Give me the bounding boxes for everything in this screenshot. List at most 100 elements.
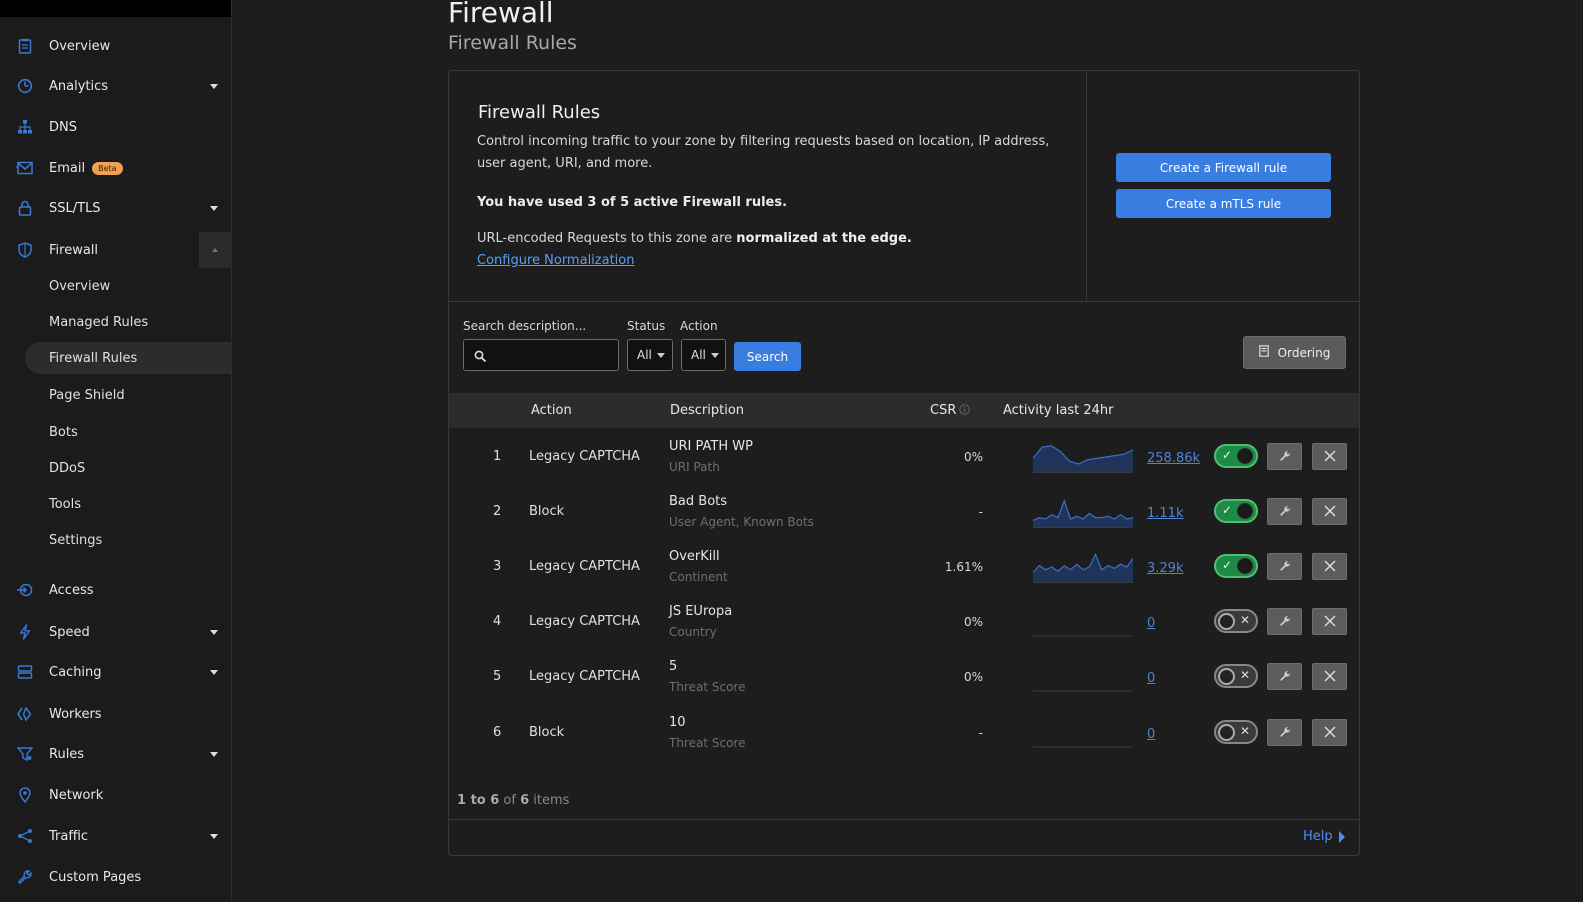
chevron-down-icon — [710, 352, 719, 358]
activity-count-link[interactable]: 0 — [1147, 671, 1155, 686]
toggle-knob — [1237, 503, 1253, 519]
search-button[interactable]: Search — [734, 342, 801, 371]
activity-count-link[interactable]: 1.11k — [1147, 506, 1183, 521]
rule-enabled-toggle[interactable]: ✓ — [1214, 554, 1258, 578]
sitemap-icon — [16, 118, 34, 136]
rule-description[interactable]: URI PATH WP — [669, 439, 753, 454]
sidebar-subitem-settings[interactable]: Settings — [25, 524, 231, 556]
sidebar-item-access[interactable]: Access — [0, 572, 231, 608]
sidebar-item-analytics[interactable]: Analytics — [0, 68, 231, 104]
sidebar-subitem-bots[interactable]: Bots — [25, 416, 231, 448]
edit-rule-button[interactable] — [1267, 719, 1302, 746]
activity-count-link[interactable]: 3.29k — [1147, 561, 1183, 576]
rule-enabled-toggle[interactable]: ✕ — [1214, 720, 1258, 744]
chevron-down-icon[interactable] — [210, 83, 218, 89]
sidebar-item-firewall[interactable]: Firewall — [0, 232, 231, 268]
delete-rule-button[interactable] — [1312, 443, 1347, 470]
rule-action: Block — [529, 725, 565, 740]
status-select[interactable]: All — [627, 339, 673, 371]
sidebar-subitem-managed-rules[interactable]: Managed Rules — [25, 306, 231, 338]
sidebar-item-label: DNS — [49, 119, 77, 135]
delete-rule-button[interactable] — [1312, 608, 1347, 635]
rule-fields: Continent — [669, 570, 728, 584]
activity-count-link[interactable]: 0 — [1147, 616, 1155, 631]
action-select[interactable]: All — [681, 339, 726, 371]
edit-rule-button[interactable] — [1267, 608, 1302, 635]
chevron-down-icon[interactable] — [210, 669, 218, 675]
table-row: 3 Legacy CAPTCHA OverKill Continent 1.61% 3.2… — [449, 539, 1359, 594]
column-activity: Activity last 24hr — [1003, 403, 1114, 418]
delete-rule-button[interactable] — [1312, 498, 1347, 525]
envelope-icon — [16, 159, 34, 177]
search-input[interactable] — [463, 339, 619, 371]
delete-rule-button[interactable] — [1312, 719, 1347, 746]
help-link[interactable]: Help — [1303, 829, 1345, 844]
close-icon: ✕ — [1239, 724, 1250, 738]
chevron-down-icon[interactable] — [210, 629, 218, 635]
intro-description: Control incoming traffic to your zone by… — [477, 134, 1050, 171]
chevron-down-icon[interactable] — [210, 833, 218, 839]
rule-description[interactable]: Bad Bots — [669, 494, 727, 509]
sparkline — [1032, 445, 1134, 473]
sidebar-item-caching[interactable]: Caching — [0, 654, 231, 690]
sidebar-item-network[interactable]: Network — [0, 777, 231, 813]
sidebar-subitem-ddos[interactable]: DDoS — [25, 452, 231, 484]
sidebar-subitem-page-shield[interactable]: Page Shield — [25, 379, 231, 411]
rule-description[interactable]: 10 — [669, 715, 686, 730]
edit-rule-button[interactable] — [1267, 443, 1302, 470]
rule-enabled-toggle[interactable]: ✓ — [1214, 499, 1258, 523]
ordering-button[interactable]: Ordering — [1243, 336, 1346, 369]
sidebar-item-overview[interactable]: Overview — [0, 28, 231, 64]
sidebar-item-workers[interactable]: Workers — [0, 696, 231, 732]
server-icon — [16, 663, 34, 681]
create-mtls-rule-button[interactable]: Create a mTLS rule — [1116, 189, 1331, 218]
edit-rule-button[interactable] — [1267, 553, 1302, 580]
divider — [449, 301, 1359, 302]
rule-description[interactable]: 5 — [669, 659, 677, 674]
rule-description[interactable]: OverKill — [669, 549, 720, 564]
check-icon: ✓ — [1222, 503, 1233, 517]
sidebar-item-dns[interactable]: DNS — [0, 109, 231, 145]
sidebar-item-email[interactable]: Email Beta — [0, 150, 231, 186]
normalization-prefix: URL-encoded Requests to this zone are — [477, 231, 737, 246]
funnel-icon — [16, 745, 34, 763]
sidebar-item-speed[interactable]: Speed — [0, 614, 231, 650]
clipboard-icon — [16, 37, 34, 55]
toggle-knob — [1237, 558, 1253, 574]
rule-enabled-toggle[interactable]: ✕ — [1214, 664, 1258, 688]
sidebar-subitem-firewall-rules[interactable]: Firewall Rules — [25, 342, 231, 374]
toggle-knob — [1218, 612, 1235, 630]
column-csr[interactable]: CSR — [930, 403, 956, 418]
activity-count-link[interactable]: 0 — [1147, 727, 1155, 742]
edit-rule-button[interactable] — [1267, 498, 1302, 525]
delete-rule-button[interactable] — [1312, 553, 1347, 580]
sidebar-subitem-tools[interactable]: Tools — [25, 488, 231, 520]
sidebar-item-label: Firewall — [49, 242, 99, 258]
chevron-down-icon[interactable] — [210, 205, 218, 211]
column-action[interactable]: Action — [531, 403, 572, 418]
rule-description[interactable]: JS EUropa — [669, 604, 732, 619]
intro-title: Firewall Rules — [478, 102, 601, 123]
collapse-button[interactable] — [199, 232, 231, 268]
activity-count-link[interactable]: 258.86k — [1147, 451, 1200, 466]
activity-chart — [1033, 659, 1133, 693]
info-icon[interactable] — [959, 404, 970, 419]
column-description[interactable]: Description — [670, 403, 744, 418]
lock-icon — [16, 199, 34, 217]
create-firewall-rule-button[interactable]: Create a Firewall rule — [1116, 153, 1331, 182]
edit-rule-button[interactable] — [1267, 663, 1302, 690]
sidebar-item-custom-pages[interactable]: Custom Pages — [0, 859, 231, 895]
sidebar-item-rules[interactable]: Rules — [0, 736, 231, 772]
sidebar-subitem-overview[interactable]: Overview — [25, 270, 231, 302]
sidebar-item-traffic[interactable]: Traffic — [0, 818, 231, 854]
sidebar-item-label-text: Email — [49, 160, 86, 176]
close-icon — [1324, 667, 1336, 686]
chevron-down-icon[interactable] — [210, 751, 218, 757]
pager-total: 6 — [520, 793, 530, 808]
sidebar-item-ssl-tls[interactable]: SSL/TLS — [0, 190, 231, 226]
search-icon — [474, 348, 487, 367]
configure-normalization-link[interactable]: Configure Normalization — [477, 253, 634, 268]
rule-enabled-toggle[interactable]: ✓ — [1214, 444, 1258, 468]
delete-rule-button[interactable] — [1312, 663, 1347, 690]
rule-enabled-toggle[interactable]: ✕ — [1214, 609, 1258, 633]
